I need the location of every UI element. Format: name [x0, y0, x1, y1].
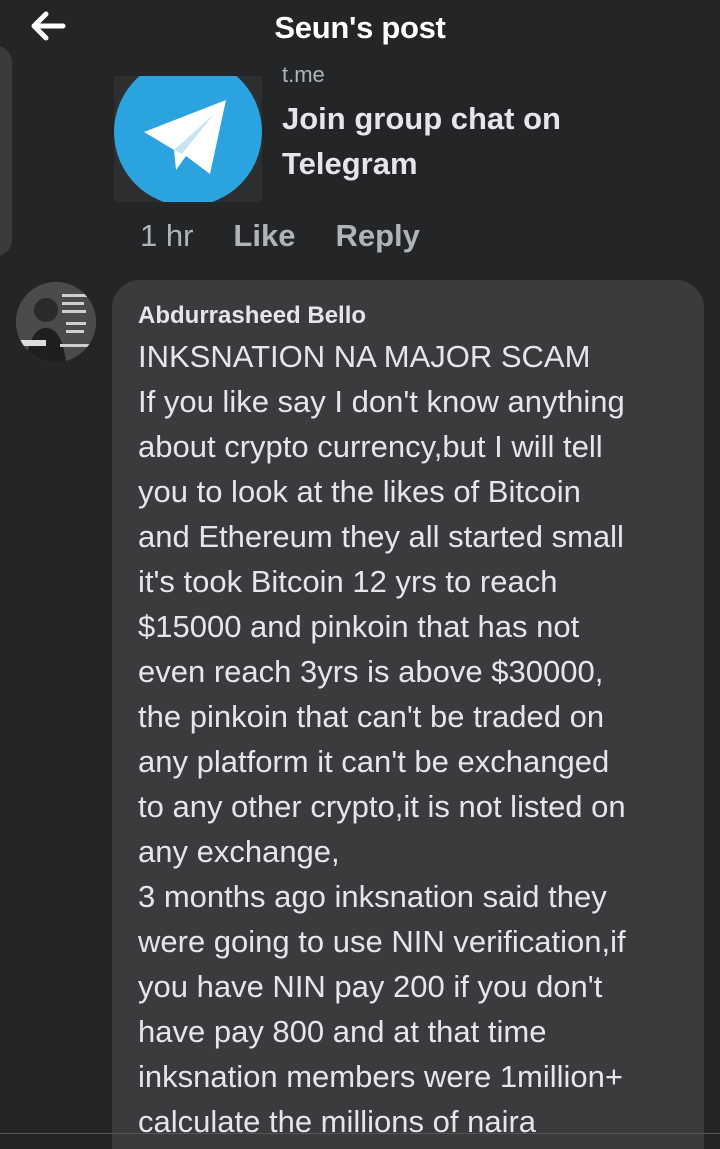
comment-line: about crypto currency,but I will tell — [138, 429, 603, 464]
reply-button[interactable]: Reply — [335, 218, 419, 254]
telegram-logo-icon — [114, 76, 262, 202]
comment-line: any exchange, — [138, 834, 340, 869]
comment-line: to any other crypto,it is not listed on — [138, 789, 626, 824]
comment-author[interactable]: Abdurrasheed Bello — [138, 302, 366, 330]
comment-timestamp: 1 hr — [140, 218, 194, 253]
comment-line: it's took Bitcoin 12 yrs to reach — [138, 564, 558, 599]
divider — [0, 1133, 720, 1134]
like-button[interactable]: Like — [233, 218, 295, 254]
comment-line: $15000 and pinkoin that has not — [138, 609, 580, 644]
comment-line: inksnation members were 1million+ — [138, 1059, 624, 1094]
comment-line: have pay 800 and at that time — [138, 1014, 547, 1049]
comment-line: were going to use NIN verification,if — [138, 924, 626, 959]
avatar-image — [16, 282, 96, 362]
avatar[interactable] — [16, 282, 96, 362]
comment-line: calculate the millions of naira — [138, 1104, 537, 1139]
comment-line: If you like say I don't know anything — [138, 384, 625, 419]
comment-text: INKSNATION NA MAJOR SCAM If you like say… — [138, 334, 693, 1144]
post-comments-screen: Seun's post t.me Join group chat on Tele… — [0, 0, 720, 1149]
comment-line: 3 months ago inksnation said they — [138, 879, 607, 914]
comment-line: any platform it can't be exchanged — [138, 744, 610, 779]
comment-line: you to look at the likes of Bitcoin — [138, 474, 581, 509]
comment-line: even reach 3yrs is above $30000, — [138, 654, 604, 689]
comment-actions: 1 hr Like Reply — [140, 216, 460, 256]
link-thumbnail — [114, 76, 262, 202]
header-bar: Seun's post — [0, 0, 720, 62]
comment-line: INKSNATION NA MAJOR SCAM — [138, 339, 591, 374]
comment-line: you have NIN pay 200 if you don't — [138, 969, 603, 1004]
comment-line: and Ethereum they all started small — [138, 519, 624, 554]
previous-comment-bubble-edge — [0, 46, 12, 256]
link-title: Join group chat on Telegram — [282, 101, 561, 181]
comment-line: the pinkoin that can't be traded on — [138, 699, 605, 734]
link-domain: t.me — [282, 62, 325, 86]
telegram-link-preview[interactable]: t.me Join group chat on Telegram — [114, 62, 614, 202]
page-title: Seun's post — [274, 10, 446, 45]
